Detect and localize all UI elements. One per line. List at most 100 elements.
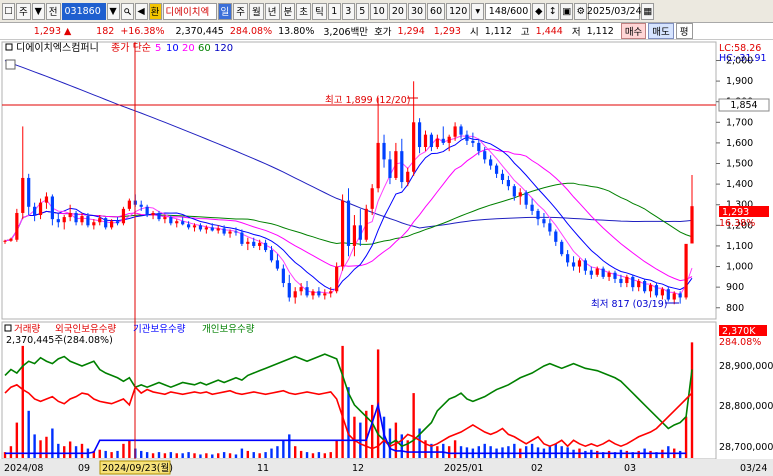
interval-60[interactable]: 60 bbox=[427, 2, 446, 20]
candle-body bbox=[181, 221, 185, 225]
market-select[interactable]: 주 bbox=[16, 2, 31, 20]
interval-120[interactable]: 120 bbox=[446, 2, 471, 20]
candle-body bbox=[607, 272, 611, 277]
volume-bar bbox=[264, 452, 267, 458]
period-month[interactable]: 월 bbox=[249, 2, 264, 20]
volume-bar bbox=[145, 452, 149, 458]
magnifier-icon[interactable] bbox=[120, 2, 134, 20]
period-second[interactable]: 초 bbox=[296, 2, 311, 20]
holding-tick-2: 28,800,000 bbox=[719, 401, 773, 412]
candle-body bbox=[340, 200, 345, 267]
exchange-toggle[interactable]: 환 bbox=[148, 2, 162, 20]
chevron-down-icon[interactable]: ▼ bbox=[31, 2, 45, 20]
sell-button[interactable]: 매도 bbox=[648, 23, 674, 39]
candle-body bbox=[447, 136, 451, 143]
scale-icon[interactable]: ↕ bbox=[546, 2, 560, 20]
volume-bar bbox=[412, 393, 415, 458]
volume-bar bbox=[270, 448, 273, 458]
period-tick[interactable]: 틱 bbox=[312, 2, 327, 20]
candle-body bbox=[329, 291, 333, 294]
candle-body bbox=[583, 260, 587, 271]
interval-30[interactable]: 30 bbox=[407, 2, 427, 20]
period-day[interactable]: 일 bbox=[217, 2, 233, 20]
settings-icon[interactable]: ⚙ bbox=[574, 2, 588, 20]
candle-body bbox=[38, 202, 43, 216]
volume-bar bbox=[637, 450, 640, 458]
stock-name-field[interactable]: 디에이치엑 bbox=[162, 2, 217, 20]
buy-button[interactable]: 매수 bbox=[620, 23, 647, 39]
volume-bar bbox=[317, 452, 321, 458]
interval-10[interactable]: 10 bbox=[369, 2, 388, 20]
candle-body bbox=[68, 212, 72, 218]
candle-body bbox=[548, 223, 552, 232]
candle-body bbox=[489, 159, 493, 166]
volume-bar bbox=[240, 448, 244, 458]
legend-ma-10: 10 bbox=[166, 43, 179, 54]
candle-body bbox=[394, 151, 398, 178]
interval-1[interactable]: 1 bbox=[327, 2, 341, 20]
turnover-rate: 13.80% bbox=[278, 25, 315, 37]
candle-body bbox=[145, 206, 149, 216]
period-week[interactable]: 주 bbox=[233, 2, 248, 20]
volume-bar bbox=[299, 450, 303, 458]
candle-body bbox=[234, 231, 238, 233]
volume-bar bbox=[276, 446, 279, 458]
volume-bar bbox=[335, 440, 338, 458]
candle-body bbox=[684, 243, 688, 298]
price-tick-label: 900 bbox=[726, 282, 744, 293]
candle-body bbox=[115, 221, 120, 224]
period-year[interactable]: 년 bbox=[264, 2, 280, 20]
volume-bar bbox=[370, 404, 374, 458]
stock-chart[interactable]: 디에이치엑스컴퍼니 종가 단순 5 10 20 60 120 LC:58.26 … bbox=[0, 40, 773, 476]
x-label-cursor-date: 2024/09/23(월) bbox=[102, 462, 173, 474]
volume-bar bbox=[507, 446, 510, 458]
cursor-price-text: 1,854 bbox=[730, 100, 757, 111]
volume-bar bbox=[347, 387, 350, 458]
volume-bar bbox=[27, 410, 30, 458]
legend-ma-5: 5 bbox=[155, 43, 161, 54]
stock-code-input[interactable]: 031860 bbox=[61, 2, 106, 20]
volume-bar bbox=[110, 452, 113, 458]
interval-3[interactable]: 3 bbox=[341, 2, 355, 20]
panel-option-icon[interactable] bbox=[5, 59, 16, 70]
volume-tag-text: 2,370K bbox=[722, 326, 756, 337]
calendar-icon[interactable]: ▦ bbox=[641, 2, 655, 20]
candle-body bbox=[524, 192, 528, 205]
volume-bar bbox=[329, 452, 332, 458]
candle-body bbox=[477, 142, 481, 152]
interval-5[interactable]: 5 bbox=[355, 2, 369, 20]
volume-bar bbox=[234, 454, 238, 458]
candle-body bbox=[104, 218, 108, 228]
date-input[interactable]: 2025/03/24 bbox=[587, 2, 642, 20]
chevron-down-icon[interactable]: ▼ bbox=[106, 2, 120, 20]
candle-body bbox=[275, 260, 280, 269]
hts-chart-window: { "toolbar": { "market": "주", "market_dr… bbox=[0, 0, 773, 476]
x-label-03: 03 bbox=[624, 463, 636, 474]
save-icon[interactable]: ▣ bbox=[560, 2, 574, 20]
interval-20[interactable]: 20 bbox=[388, 2, 407, 20]
candle-body bbox=[56, 219, 60, 223]
candle-body bbox=[625, 276, 629, 284]
interval-dropdown-icon[interactable]: ▾ bbox=[471, 2, 485, 20]
period-minute[interactable]: 분 bbox=[280, 2, 296, 20]
volume-bar bbox=[68, 441, 72, 458]
legend-volume: 거래량 bbox=[14, 323, 40, 335]
indicator-icon[interactable]: ◆ bbox=[532, 2, 546, 20]
volume-bar bbox=[181, 453, 184, 458]
candle-body bbox=[542, 219, 546, 224]
evaluate-button[interactable]: 평 bbox=[675, 23, 693, 39]
volume-bar bbox=[477, 446, 480, 458]
prev-button[interactable]: 전 bbox=[45, 2, 61, 20]
window-menu-icon[interactable]: ☐ bbox=[2, 2, 15, 20]
volume-bar bbox=[98, 449, 101, 458]
volume-bar bbox=[649, 450, 652, 458]
candle-body bbox=[352, 225, 357, 246]
candle-body bbox=[269, 250, 274, 261]
candle-body bbox=[601, 268, 605, 277]
prev-stock-icon[interactable]: ◀ bbox=[134, 2, 148, 20]
count-input[interactable]: 148/600 bbox=[485, 2, 532, 20]
volume-bar bbox=[151, 453, 155, 458]
volume-bar bbox=[258, 453, 261, 458]
volume-bar bbox=[187, 452, 190, 458]
holding-tick-3: 28,700,000 bbox=[719, 442, 773, 453]
